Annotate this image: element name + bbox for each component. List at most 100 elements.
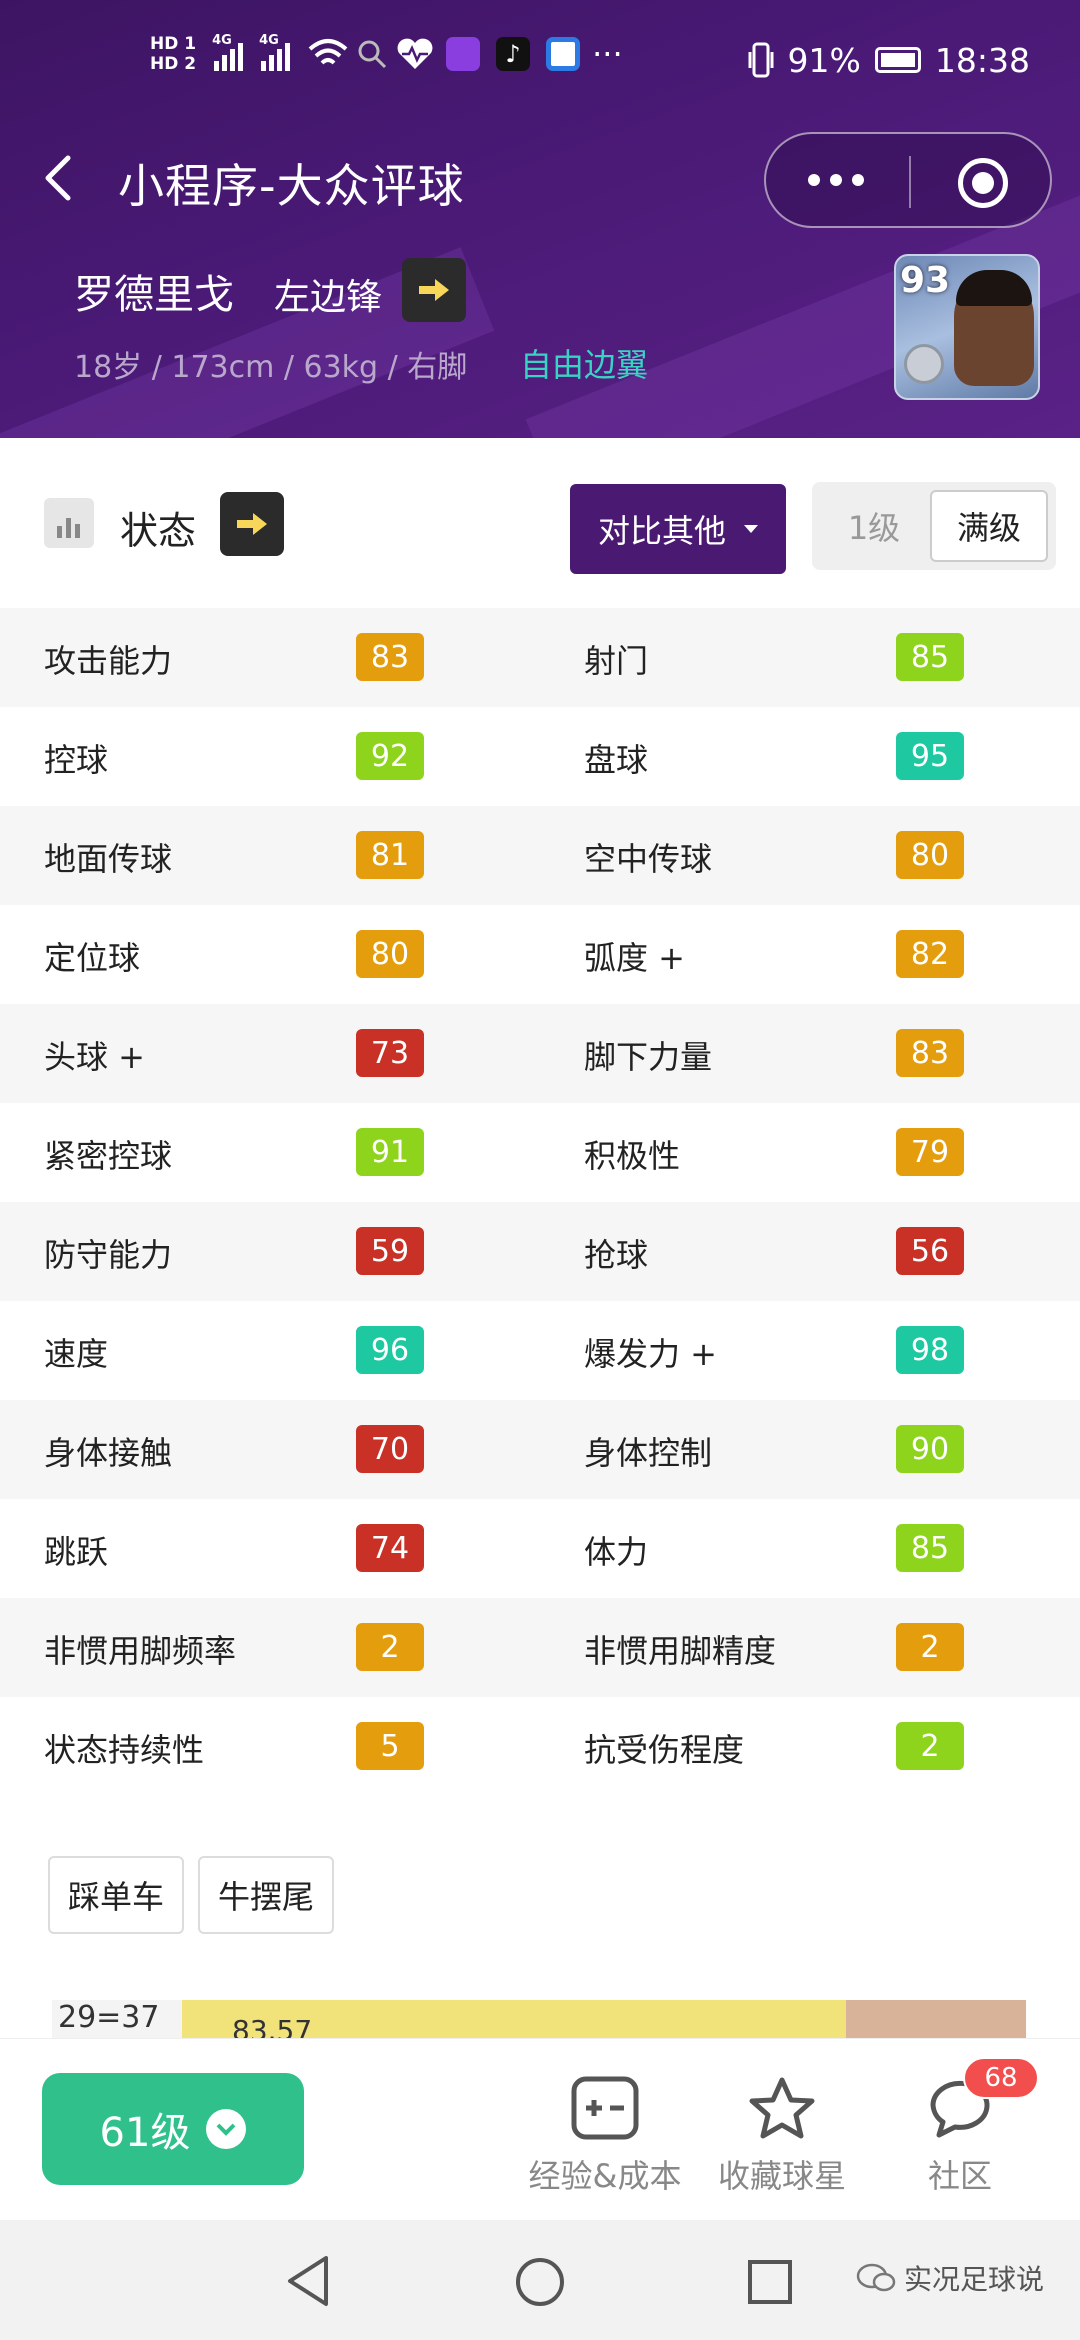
play-style-link[interactable]: 自由边翼 bbox=[520, 340, 648, 386]
section-title: 状态 bbox=[120, 509, 197, 553]
community-tab[interactable]: 68 社区 bbox=[920, 2057, 1039, 2197]
stat-label: 脚下力量 bbox=[584, 1038, 713, 1076]
player-bio: 18岁 / 173cm / 63kg / 右脚 bbox=[74, 350, 468, 385]
stat-row: 跳跃 74 体力 85 bbox=[0, 1499, 1080, 1598]
stat-value-badge: 80 bbox=[356, 930, 424, 978]
player-name: 罗德里戈 bbox=[74, 272, 234, 318]
stat-value-badge: 59 bbox=[356, 1227, 424, 1275]
stat-row: 状态持续性 5 抗受伤程度 2 bbox=[0, 1697, 1080, 1796]
skill-tag[interactable]: 牛摆尾 bbox=[198, 1856, 334, 1934]
level-select-button[interactable]: 61级 bbox=[42, 2073, 304, 2185]
miniprogram-capsule bbox=[764, 132, 1052, 228]
stat-value-badge: 85 bbox=[896, 633, 964, 681]
skill-tag[interactable]: 踩单车 bbox=[48, 1856, 184, 1934]
nav-bar: 小程序-大众评球 bbox=[0, 130, 1080, 230]
battery-percent: 91% bbox=[787, 40, 861, 80]
plus-minus-icon bbox=[570, 2075, 640, 2141]
stat-row: 攻击能力 83 射门 85 bbox=[0, 608, 1080, 707]
stat-row: 防守能力 59 抢球 56 bbox=[0, 1202, 1080, 1301]
content-preview-image: 29=37 83.57 bbox=[52, 2000, 1026, 2040]
position-detail-button[interactable] bbox=[402, 258, 466, 322]
chevron-down-icon bbox=[206, 2109, 247, 2149]
watermark: 实况足球说 bbox=[856, 2258, 1044, 2298]
stat-label: 身体控制 bbox=[584, 1434, 713, 1472]
stat-label: 空中传球 bbox=[584, 840, 713, 878]
stat-label: 状态持续性 bbox=[44, 1731, 205, 1769]
stat-value-badge: 2 bbox=[896, 1623, 964, 1671]
stat-value-badge: 85 bbox=[896, 1524, 964, 1572]
stat-row: 非惯用脚频率 2 非惯用脚精度 2 bbox=[0, 1598, 1080, 1697]
stat-value-badge: 90 bbox=[896, 1425, 964, 1473]
chart-board-icon bbox=[44, 498, 94, 548]
back-arrow-icon[interactable] bbox=[30, 148, 90, 208]
more-menu-icon[interactable] bbox=[808, 174, 864, 186]
stat-label: 跳跃 bbox=[44, 1533, 109, 1571]
stat-label: 非惯用脚频率 bbox=[44, 1632, 237, 1670]
club-badge-icon bbox=[904, 344, 944, 384]
search-icon bbox=[358, 40, 387, 69]
stat-value-badge: 2 bbox=[356, 1623, 424, 1671]
exp-cost-tab[interactable]: 经验&成本 bbox=[528, 2075, 682, 2197]
sim-indicator: HD 1 HD 2 bbox=[150, 34, 197, 74]
tiktok-icon: ♪ bbox=[496, 37, 531, 71]
page-title: 小程序-大众评球 bbox=[118, 159, 465, 213]
stat-label: 弧度 + bbox=[584, 939, 685, 977]
stat-label: 速度 bbox=[44, 1335, 109, 1373]
stat-label: 非惯用脚精度 bbox=[584, 1632, 777, 1670]
stat-label: 身体接触 bbox=[44, 1434, 173, 1472]
more-notifications-icon: ··· bbox=[592, 35, 623, 73]
stat-label: 射门 bbox=[584, 642, 649, 680]
vibrate-icon bbox=[748, 42, 774, 78]
stat-label: 体力 bbox=[584, 1533, 649, 1571]
close-miniprogram-icon[interactable] bbox=[958, 158, 1008, 208]
stat-label: 控球 bbox=[44, 741, 109, 779]
stat-row: 紧密控球 91 积极性 79 bbox=[0, 1103, 1080, 1202]
wechat-icon bbox=[856, 2263, 896, 2292]
stat-label: 盘球 bbox=[584, 741, 649, 779]
system-home-icon[interactable] bbox=[514, 2256, 566, 2308]
stat-label: 防守能力 bbox=[44, 1236, 173, 1274]
stat-value-badge: 96 bbox=[356, 1326, 424, 1374]
skills-list: 踩单车 牛摆尾 bbox=[0, 1820, 1080, 1970]
stat-row: 身体接触 70 身体控制 90 bbox=[0, 1400, 1080, 1499]
favorite-players-tab[interactable]: 收藏球星 bbox=[714, 2075, 850, 2197]
player-card[interactable]: 93 bbox=[894, 254, 1040, 400]
level-option-1[interactable]: 1级 bbox=[820, 490, 928, 562]
signal-icon: 4G bbox=[259, 33, 291, 71]
stat-value-badge: 82 bbox=[896, 930, 964, 978]
star-icon bbox=[747, 2075, 817, 2141]
card-rating: 93 bbox=[900, 260, 951, 301]
stat-row: 控球 92 盘球 95 bbox=[0, 707, 1080, 806]
stat-label: 头球 + bbox=[44, 1038, 145, 1076]
level-toggle: 1级 满级 bbox=[812, 482, 1056, 570]
stat-value-badge: 98 bbox=[896, 1326, 964, 1374]
stat-value-badge: 83 bbox=[356, 633, 424, 681]
compare-others-dropdown[interactable]: 对比其他 bbox=[570, 484, 786, 574]
stat-value-badge: 92 bbox=[356, 732, 424, 780]
stat-label: 地面传球 bbox=[44, 840, 173, 878]
stat-value-badge: 74 bbox=[356, 1524, 424, 1572]
stat-label: 攻击能力 bbox=[44, 642, 173, 680]
system-back-icon[interactable] bbox=[284, 2254, 334, 2308]
stat-label: 紧密控球 bbox=[44, 1137, 173, 1175]
status-bar: HD 1 HD 2 4G 4G ♪ ··· 91% 18:38 bbox=[0, 30, 1080, 100]
clock: 18:38 bbox=[934, 40, 1030, 80]
stat-value-badge: 95 bbox=[896, 732, 964, 780]
stat-value-badge: 91 bbox=[356, 1128, 424, 1176]
bottom-action-bar: 61级 经验&成本 收藏球星 68 社区 bbox=[0, 2038, 1080, 2220]
system-recents-icon[interactable] bbox=[746, 2258, 794, 2306]
stat-row: 头球 + 73 脚下力量 83 bbox=[0, 1004, 1080, 1103]
level-option-max[interactable]: 满级 bbox=[930, 490, 1048, 562]
stats-table: 攻击能力 83 射门 85 控球 92 盘球 95 地面传球 81 空中传球 80 定位球 80 弧度 + 8… bbox=[0, 608, 1080, 1796]
caret-down-icon bbox=[744, 525, 758, 533]
header: HD 1 HD 2 4G 4G ♪ ··· 91% 18:38 小程序-大众评球… bbox=[0, 0, 1080, 438]
stat-label: 抗受伤程度 bbox=[584, 1731, 745, 1769]
status-detail-button[interactable] bbox=[220, 492, 284, 556]
notification-badge: 68 bbox=[963, 2057, 1039, 2099]
wifi-icon bbox=[308, 39, 348, 65]
signal-icon: 4G bbox=[212, 33, 244, 71]
stat-value-badge: 83 bbox=[896, 1029, 964, 1077]
status-section-header: 状态 对比其他 1级 满级 bbox=[0, 438, 1080, 608]
stat-row: 定位球 80 弧度 + 82 bbox=[0, 905, 1080, 1004]
capsule-divider bbox=[909, 156, 911, 208]
